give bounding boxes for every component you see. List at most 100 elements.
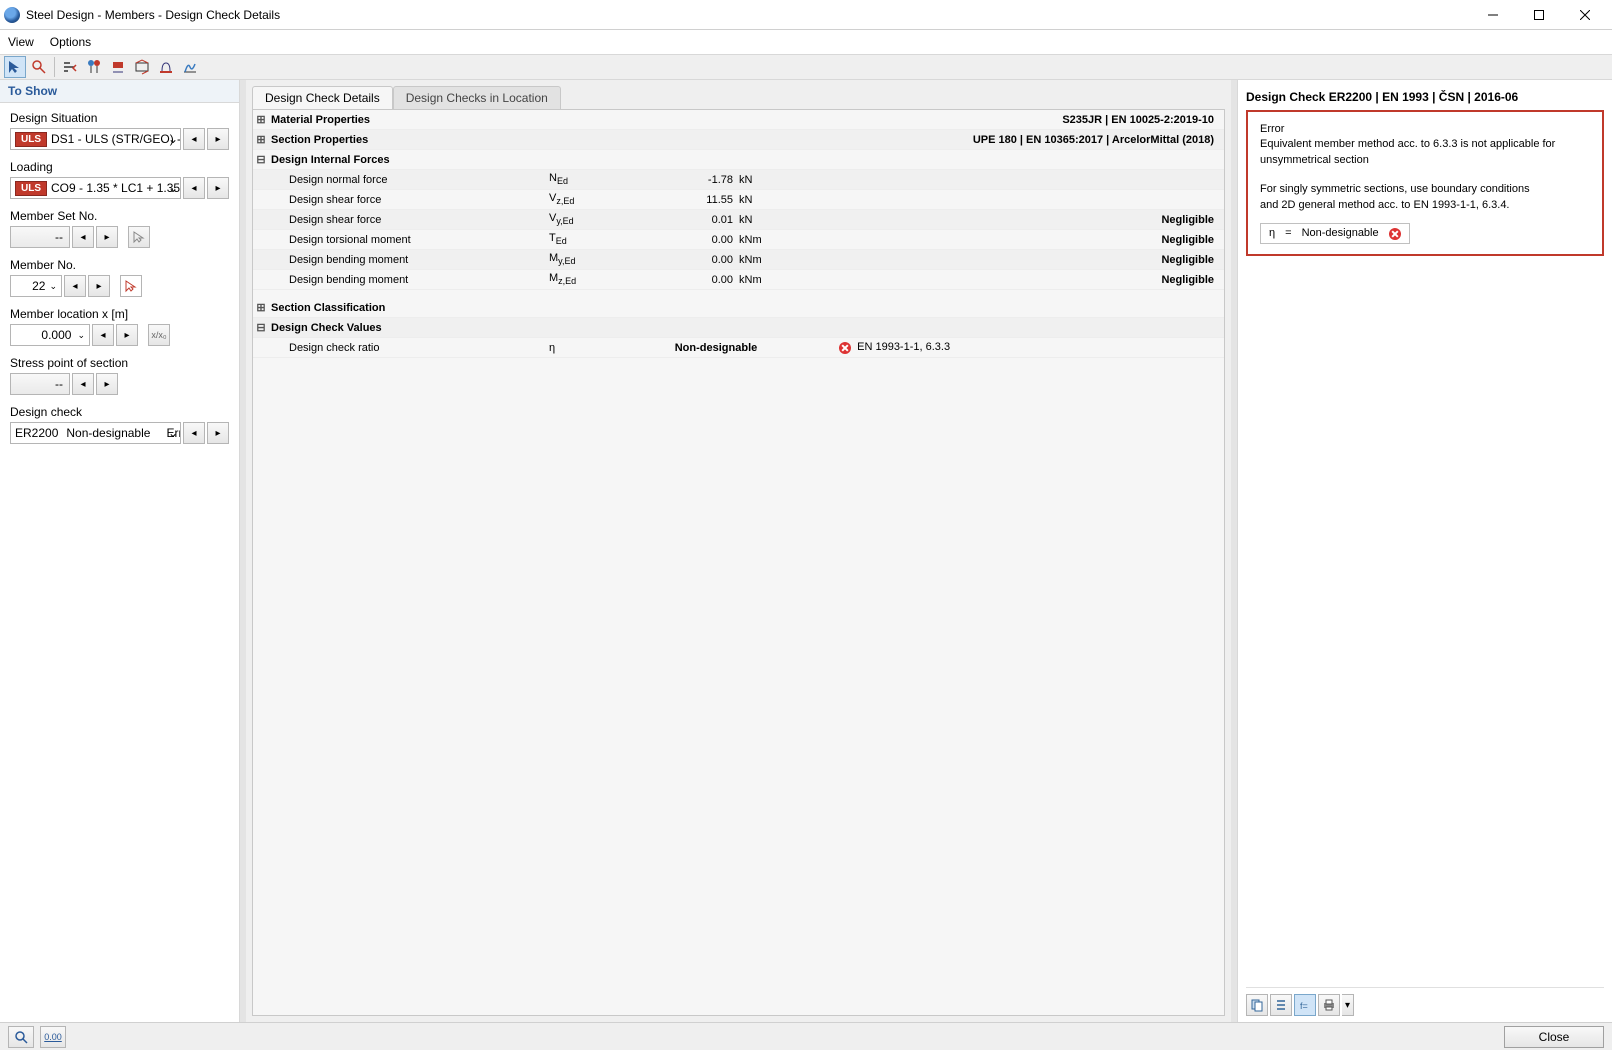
collapse-icon[interactable]: ⊟ bbox=[253, 153, 269, 166]
cell-name: Design torsional moment bbox=[289, 234, 411, 246]
print-icon[interactable] bbox=[1318, 994, 1340, 1016]
field-design-check: Design check ER2200 Non-designable Err..… bbox=[10, 405, 229, 444]
select-member-icon[interactable] bbox=[120, 275, 142, 297]
close-window-button[interactable] bbox=[1562, 0, 1608, 30]
print-dropdown[interactable]: ▾ bbox=[1342, 994, 1354, 1016]
search-icon[interactable] bbox=[8, 1026, 34, 1048]
tool-pin-icon[interactable] bbox=[83, 56, 105, 78]
member-location-label: Member location x [m] bbox=[10, 307, 229, 321]
tool-buckling-icon[interactable] bbox=[155, 56, 177, 78]
prev-button[interactable]: ◂ bbox=[183, 177, 205, 199]
cell-symbol: Vy,Ed bbox=[549, 212, 649, 226]
row-force[interactable]: Design bending momentMz,Ed0.00kNmNegligi… bbox=[253, 270, 1224, 290]
loading-label: Loading bbox=[10, 160, 229, 174]
cell-name: Design Check Values bbox=[271, 322, 382, 334]
field-design-situation: Design Situation ULS DS1 - ULS (STR/GEO)… bbox=[10, 111, 229, 150]
next-button[interactable]: ▸ bbox=[88, 275, 110, 297]
prev-button[interactable]: ◂ bbox=[72, 226, 94, 248]
select-member-icon[interactable] bbox=[128, 226, 150, 248]
row-material-properties[interactable]: ⊞ Material Properties S235JR | EN 10025-… bbox=[253, 110, 1224, 130]
row-force[interactable]: Design torsional momentTEd0.00kNmNegligi… bbox=[253, 230, 1224, 250]
row-force[interactable]: Design shear forceVy,Ed0.01kNNegligible bbox=[253, 210, 1224, 230]
expand-icon[interactable]: ⊞ bbox=[253, 113, 269, 126]
error-icon bbox=[1389, 228, 1401, 240]
tool-section-icon[interactable] bbox=[131, 56, 153, 78]
member-location-value: 0.000 bbox=[41, 328, 71, 342]
cell-name: Design bending moment bbox=[289, 274, 408, 286]
member-set-value[interactable]: -- bbox=[10, 226, 70, 248]
cell-value: 0.00 bbox=[649, 274, 739, 286]
field-member-no: Member No. 22 ⌄ ◂ ▸ bbox=[10, 258, 229, 297]
design-situation-combo[interactable]: ULS DS1 - ULS (STR/GEO) - Permane... ⌄ bbox=[10, 128, 181, 150]
copy-icon[interactable] bbox=[1246, 994, 1268, 1016]
tool-stress-icon[interactable] bbox=[107, 56, 129, 78]
cell-unit: kN bbox=[739, 194, 789, 206]
stress-point-value[interactable]: -- bbox=[10, 373, 70, 395]
cell-value: Non-designable bbox=[649, 342, 789, 354]
next-button[interactable]: ▸ bbox=[207, 128, 229, 150]
next-button[interactable]: ▸ bbox=[116, 324, 138, 346]
row-internal-forces[interactable]: ⊟ Design Internal Forces bbox=[253, 150, 1224, 170]
eta-value: Non-designable bbox=[1302, 226, 1379, 241]
next-button[interactable]: ▸ bbox=[96, 226, 118, 248]
design-check-code: ER2200 bbox=[15, 426, 58, 440]
titlebar: Steel Design - Members - Design Check De… bbox=[0, 0, 1612, 30]
cell-name: Section Classification bbox=[271, 302, 385, 314]
cell-value: -1.78 bbox=[649, 174, 739, 186]
prev-button[interactable]: ◂ bbox=[183, 128, 205, 150]
expand-icon[interactable]: ⊞ bbox=[253, 133, 269, 146]
x-x0-button[interactable]: x/x₀ bbox=[148, 324, 170, 346]
list-icon[interactable] bbox=[1270, 994, 1292, 1016]
row-force[interactable]: Design normal forceNEd-1.78kN bbox=[253, 170, 1224, 190]
design-check-title: Design Check ER2200 | EN 1993 | ČSN | 20… bbox=[1246, 90, 1604, 104]
cell-ref: EN 1993-1-1, 6.3.3 bbox=[839, 341, 1224, 353]
row-force[interactable]: Design bending momentMy,Ed0.00kNmNegligi… bbox=[253, 250, 1224, 270]
member-no-value: 22 bbox=[32, 279, 45, 293]
body-area: To Show Design Situation ULS DS1 - ULS (… bbox=[0, 80, 1612, 1022]
cell-name: Material Properties bbox=[271, 114, 370, 126]
prev-button[interactable]: ◂ bbox=[64, 275, 86, 297]
row-section-properties[interactable]: ⊞ Section Properties UPE 180 | EN 10365:… bbox=[253, 130, 1224, 150]
minimize-button[interactable] bbox=[1470, 0, 1516, 30]
design-check-combo[interactable]: ER2200 Non-designable Err... ⌄ bbox=[10, 422, 181, 444]
next-button[interactable]: ▸ bbox=[207, 177, 229, 199]
expand-icon[interactable]: ⊞ bbox=[253, 301, 269, 314]
precision-icon[interactable]: 0.00 bbox=[40, 1026, 66, 1048]
cell-right: S235JR | EN 10025-2:2019-10 bbox=[789, 114, 1224, 126]
menu-options[interactable]: Options bbox=[50, 35, 91, 49]
tool-zoom-icon[interactable] bbox=[28, 56, 50, 78]
next-button[interactable]: ▸ bbox=[207, 422, 229, 444]
row-design-check-values[interactable]: ⊟ Design Check Values bbox=[253, 318, 1224, 338]
maximize-button[interactable] bbox=[1516, 0, 1562, 30]
uls-badge: ULS bbox=[15, 132, 47, 147]
design-situation-label: Design Situation bbox=[10, 111, 229, 125]
tab-location[interactable]: Design Checks in Location bbox=[393, 86, 561, 109]
left-panel-header: To Show bbox=[0, 80, 239, 103]
tab-details[interactable]: Design Check Details bbox=[252, 86, 393, 109]
chevron-down-icon: ⌄ bbox=[49, 281, 57, 292]
row-section-classification[interactable]: ⊞ Section Classification bbox=[253, 298, 1224, 318]
collapse-icon[interactable]: ⊟ bbox=[253, 321, 269, 334]
formula-icon[interactable]: f= bbox=[1294, 994, 1316, 1016]
close-button[interactable]: Close bbox=[1504, 1026, 1604, 1048]
loading-combo[interactable]: ULS CO9 - 1.35 * LC1 + 1.35 * LC2 + ... … bbox=[10, 177, 181, 199]
tool-select-icon[interactable] bbox=[4, 56, 26, 78]
cell-symbol: My,Ed bbox=[549, 252, 649, 266]
next-button[interactable]: ▸ bbox=[96, 373, 118, 395]
menu-view[interactable]: View bbox=[8, 35, 34, 49]
middle-panel: Design Check Details Design Checks in Lo… bbox=[246, 80, 1231, 1022]
member-no-spinner[interactable]: 22 ⌄ bbox=[10, 275, 62, 297]
prev-button[interactable]: ◂ bbox=[72, 373, 94, 395]
cell-symbol: TEd bbox=[549, 232, 649, 246]
prev-button[interactable]: ◂ bbox=[183, 422, 205, 444]
prev-button[interactable]: ◂ bbox=[92, 324, 114, 346]
row-force[interactable]: Design shear forceVz,Ed11.55kN bbox=[253, 190, 1224, 210]
chevron-down-icon: ⌄ bbox=[168, 426, 178, 440]
cell-name: Design normal force bbox=[289, 174, 387, 186]
cell-value: 11.55 bbox=[649, 194, 739, 206]
tool-diagram-icon[interactable] bbox=[179, 56, 201, 78]
row-design-check-ratio[interactable]: Design check ratio η Non-designable EN 1… bbox=[253, 338, 1224, 358]
member-location-spinner[interactable]: 0.000 ⌄ bbox=[10, 324, 90, 346]
toolbar bbox=[0, 54, 1612, 80]
tool-levels-icon[interactable] bbox=[59, 56, 81, 78]
